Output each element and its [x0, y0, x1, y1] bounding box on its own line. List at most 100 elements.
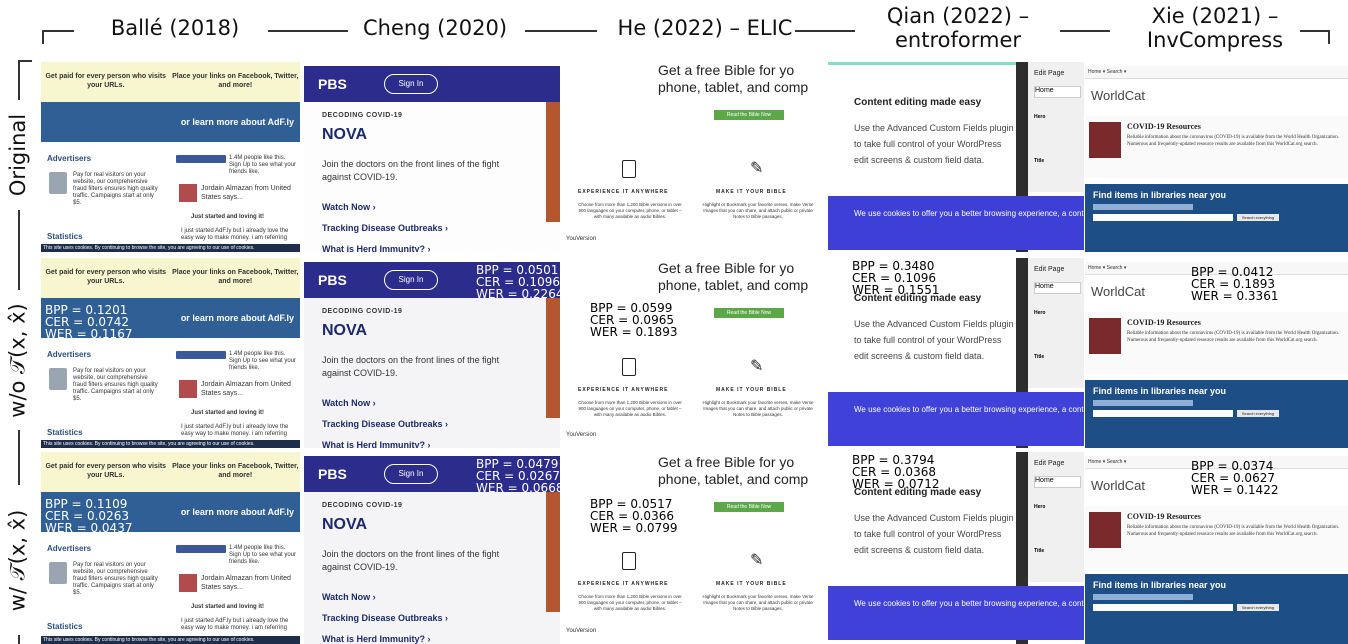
read-bible-button[interactable]: Read the Bible Now — [714, 502, 784, 512]
balle-pay-text: Pay for real visitors on your website, o… — [73, 172, 158, 206]
tracking-link[interactable]: Tracking Disease Outbreaks › — [322, 613, 448, 623]
read-bible-button[interactable]: Read the Bible Now — [714, 110, 784, 120]
he-text-2: Highlight or Bookmark your favorite vers… — [702, 594, 814, 611]
herd-immunity-link[interactable]: What is Herd Immunity? › — [322, 440, 431, 448]
cheng-desc: Join the doctors on the front lines of t… — [322, 549, 500, 572]
wer-value: WER = 0.0437 — [45, 521, 133, 535]
balle-top-right-text: Place your links on Facebook, Twitter, a… — [172, 269, 299, 285]
pencil-icon: ✎ — [750, 552, 764, 569]
balle-statistics-heading: Statistics — [47, 428, 83, 437]
balle-quote-body: I just started AdF.ly but i already love… — [181, 424, 289, 437]
building-icon — [49, 172, 67, 194]
cell-qian-w: Content editing made easy Use the Advanc… — [828, 452, 1084, 644]
cell-he-wo: Get a free Bible for yo phone, tablet, a… — [564, 254, 824, 448]
avatar — [179, 380, 197, 398]
herd-immunity-link[interactable]: What is Herd Immunity? › — [322, 244, 431, 252]
balle-user-text: Jordain Almazan from United States says.… — [201, 185, 291, 201]
facebook-like-button[interactable] — [176, 351, 226, 359]
metrics-he-wo: BPP = 0.0599 CER = 0.0965 WER = 0.1893 — [590, 302, 677, 338]
find-heading: Find items in libraries near you — [1093, 386, 1227, 396]
cell-balle-wo: Get paid for every person who visits you… — [41, 258, 300, 448]
search-input[interactable] — [1093, 214, 1233, 221]
search-button[interactable]: Search everything — [1237, 410, 1279, 417]
cheng-nav: PBS Sign In — [304, 66, 560, 102]
he-text-1: Choose from more than 1,200 Bible versio… — [578, 594, 682, 611]
read-bible-button[interactable]: Read the Bible Now — [714, 308, 784, 318]
youversion-logo: YouVersion — [566, 236, 597, 242]
search-tabs[interactable] — [1093, 594, 1193, 600]
cookie-banner: We use cookies to offer you a better bro… — [828, 586, 1084, 640]
search-input[interactable] — [1093, 604, 1233, 611]
avatar — [179, 184, 197, 202]
wer-value: WER = 0.2264 — [476, 287, 560, 301]
he-caption-1: EXPERIENCE IT ANYWHERE — [578, 387, 669, 393]
search-tabs[interactable] — [1093, 204, 1193, 210]
tracking-link[interactable]: Tracking Disease Outbreaks › — [322, 223, 448, 233]
metrics-xie-w: BPP = 0.0374 CER = 0.0627 WER = 0.1422 — [1191, 460, 1278, 496]
worldcat-logo: WorldCat — [1091, 88, 1145, 103]
cell-balle-original: Get paid for every person who visits you… — [41, 62, 300, 252]
virus-image — [1089, 122, 1121, 158]
virus-image — [1089, 512, 1121, 548]
cell-xie-wo: Home ▾ Search ▾ WorldCat COVID-19 Resour… — [1085, 262, 1348, 448]
search-button[interactable]: Search everything — [1237, 604, 1279, 611]
cheng-subtitle: DECODING COVID-19 — [322, 112, 403, 119]
balle-top-right-text: Place your links on Facebook, Twitter, a… — [172, 463, 299, 479]
title-input[interactable]: Home — [1034, 86, 1081, 98]
balle-band: or learn more about AdF.ly — [41, 102, 300, 142]
balle-fb-text: 1.4M people like this. Sign Up to see wh… — [229, 545, 297, 565]
building-icon — [49, 368, 67, 390]
header-bracket — [268, 30, 348, 32]
search-tabs[interactable] — [1093, 400, 1193, 406]
search-input[interactable] — [1093, 410, 1233, 417]
balle-quote-body: I just started AdF.ly but i already love… — [181, 618, 289, 631]
balle-cookie-footer: This site uses cookies. By continuing to… — [41, 636, 300, 644]
herd-immunity-link[interactable]: What is Herd Immunity? › — [322, 634, 431, 644]
balle-statistics-heading: Statistics — [47, 232, 83, 241]
he-caption-2: MAKE IT YOUR BIBLE — [716, 581, 787, 587]
cell-balle-w: Get paid for every person who visits you… — [41, 452, 300, 644]
sign-in-button[interactable]: Sign In — [384, 74, 438, 94]
cell-he-original: Get a free Bible for yo phone, tablet, a… — [564, 56, 824, 252]
find-heading: Find items in libraries near you — [1093, 190, 1227, 200]
row-label-w: w/ 𝒯(x, x̂) — [0, 485, 36, 635]
covid-title: COVID-19 Resources — [1127, 512, 1201, 521]
youversion-logo: YouVersion — [566, 628, 597, 634]
hero-image — [546, 492, 560, 612]
facebook-like-button[interactable] — [176, 155, 226, 163]
cell-xie-w: Home ▾ Search ▾ WorldCat COVID-19 Resour… — [1085, 456, 1348, 644]
wp-edit-panel: Edit Page Home Hero Title — [1028, 258, 1084, 388]
balle-top-left-text: Get paid for every person who visits you… — [45, 463, 167, 479]
sign-in-button[interactable]: Sign In — [384, 270, 438, 290]
balle-user-text: Jordain Almazan from United States says.… — [201, 575, 291, 591]
covid-title: COVID-19 Resources — [1127, 122, 1201, 131]
title-label: Title — [1034, 354, 1045, 360]
accent-stripe — [828, 62, 1018, 65]
title-input[interactable]: Home — [1034, 476, 1081, 488]
balle-cookie-footer: This site uses cookies. By continuing to… — [41, 440, 300, 448]
watch-now-link[interactable]: Watch Now › — [322, 592, 376, 602]
metrics-balle-w: BPP = 0.1109 CER = 0.0263 WER = 0.0437 — [45, 498, 132, 534]
metrics-xie-wo: BPP = 0.0412 CER = 0.1893 WER = 0.3361 — [1191, 266, 1278, 302]
cheng-title: NOVA — [322, 322, 368, 339]
metrics-qian-w: BPP = 0.3794 CER = 0.0368 WER = 0.0712 — [852, 454, 939, 490]
edit-page-title: Edit Page — [1034, 460, 1065, 467]
youversion-logo: YouVersion — [566, 432, 597, 438]
cell-cheng-w: PBS Sign In DECODING COVID-19 NOVA Join … — [304, 456, 560, 644]
col-header-xie-line1: Xie (2021) – — [1151, 4, 1279, 28]
balle-quote: Just started and loving it! — [191, 604, 265, 610]
search-button[interactable]: Search everything — [1237, 214, 1279, 221]
avatar — [179, 574, 197, 592]
col-header-qian-line2: entroformer — [895, 28, 1021, 52]
header-bracket — [525, 30, 597, 32]
sign-in-button[interactable]: Sign In — [384, 464, 438, 484]
title-input[interactable]: Home — [1034, 282, 1081, 294]
worldcat-nav[interactable]: Home ▾ Search ▾ — [1085, 66, 1348, 79]
covid-body: Reliable information about the coronavir… — [1127, 525, 1339, 537]
watch-now-link[interactable]: Watch Now › — [322, 202, 376, 212]
tracking-link[interactable]: Tracking Disease Outbreaks › — [322, 419, 448, 429]
edit-page-title: Edit Page — [1034, 70, 1065, 77]
watch-now-link[interactable]: Watch Now › — [322, 398, 376, 408]
facebook-like-button[interactable] — [176, 545, 226, 553]
wp-edit-panel: Edit Page Home Hero Title — [1028, 452, 1084, 582]
